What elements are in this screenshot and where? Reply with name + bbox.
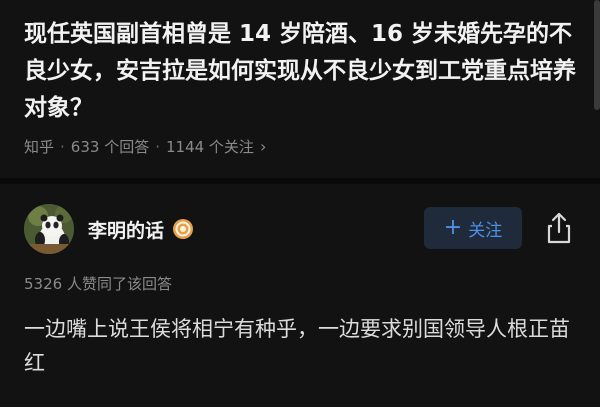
plus-icon: +: [443, 215, 463, 240]
answers-count[interactable]: 633 个回答: [71, 136, 149, 157]
chevron-right-icon[interactable]: ›: [260, 137, 266, 156]
answer-content[interactable]: 一边嘴上说王侯将相宁有种乎，一边要求别国领导人根正苗红: [24, 312, 584, 380]
source-label: 知乎: [24, 138, 55, 156]
answer-page: 现任英国副首相曾是 14 岁陪酒、16 岁未婚先孕的不良少女，安吉拉是如何实现从…: [0, 0, 600, 407]
avatar[interactable]: [24, 204, 74, 254]
badge-icon: [172, 218, 194, 240]
separator-dot: ·: [60, 137, 65, 156]
separator-dot: ·: [155, 137, 160, 156]
section-divider: [0, 178, 600, 184]
follow-label: 关注: [468, 220, 503, 241]
follow-button[interactable]: + 关注: [424, 207, 522, 249]
author-row: 李明的话 + 关注: [24, 203, 584, 255]
scrollbar[interactable]: [594, 0, 600, 110]
followers-count[interactable]: 1144 个关注: [166, 136, 254, 157]
question-title[interactable]: 现任英国副首相曾是 14 岁陪酒、16 岁未婚先孕的不良少女，安吉拉是如何实现从…: [24, 16, 584, 127]
share-icon[interactable]: [544, 211, 574, 245]
question-meta: 知乎 · 633 个回答 · 1144 个关注 ›: [24, 136, 266, 157]
author-name[interactable]: 李明的话: [88, 216, 164, 243]
upvote-summary: 5326 人赞同了该回答: [24, 275, 172, 293]
